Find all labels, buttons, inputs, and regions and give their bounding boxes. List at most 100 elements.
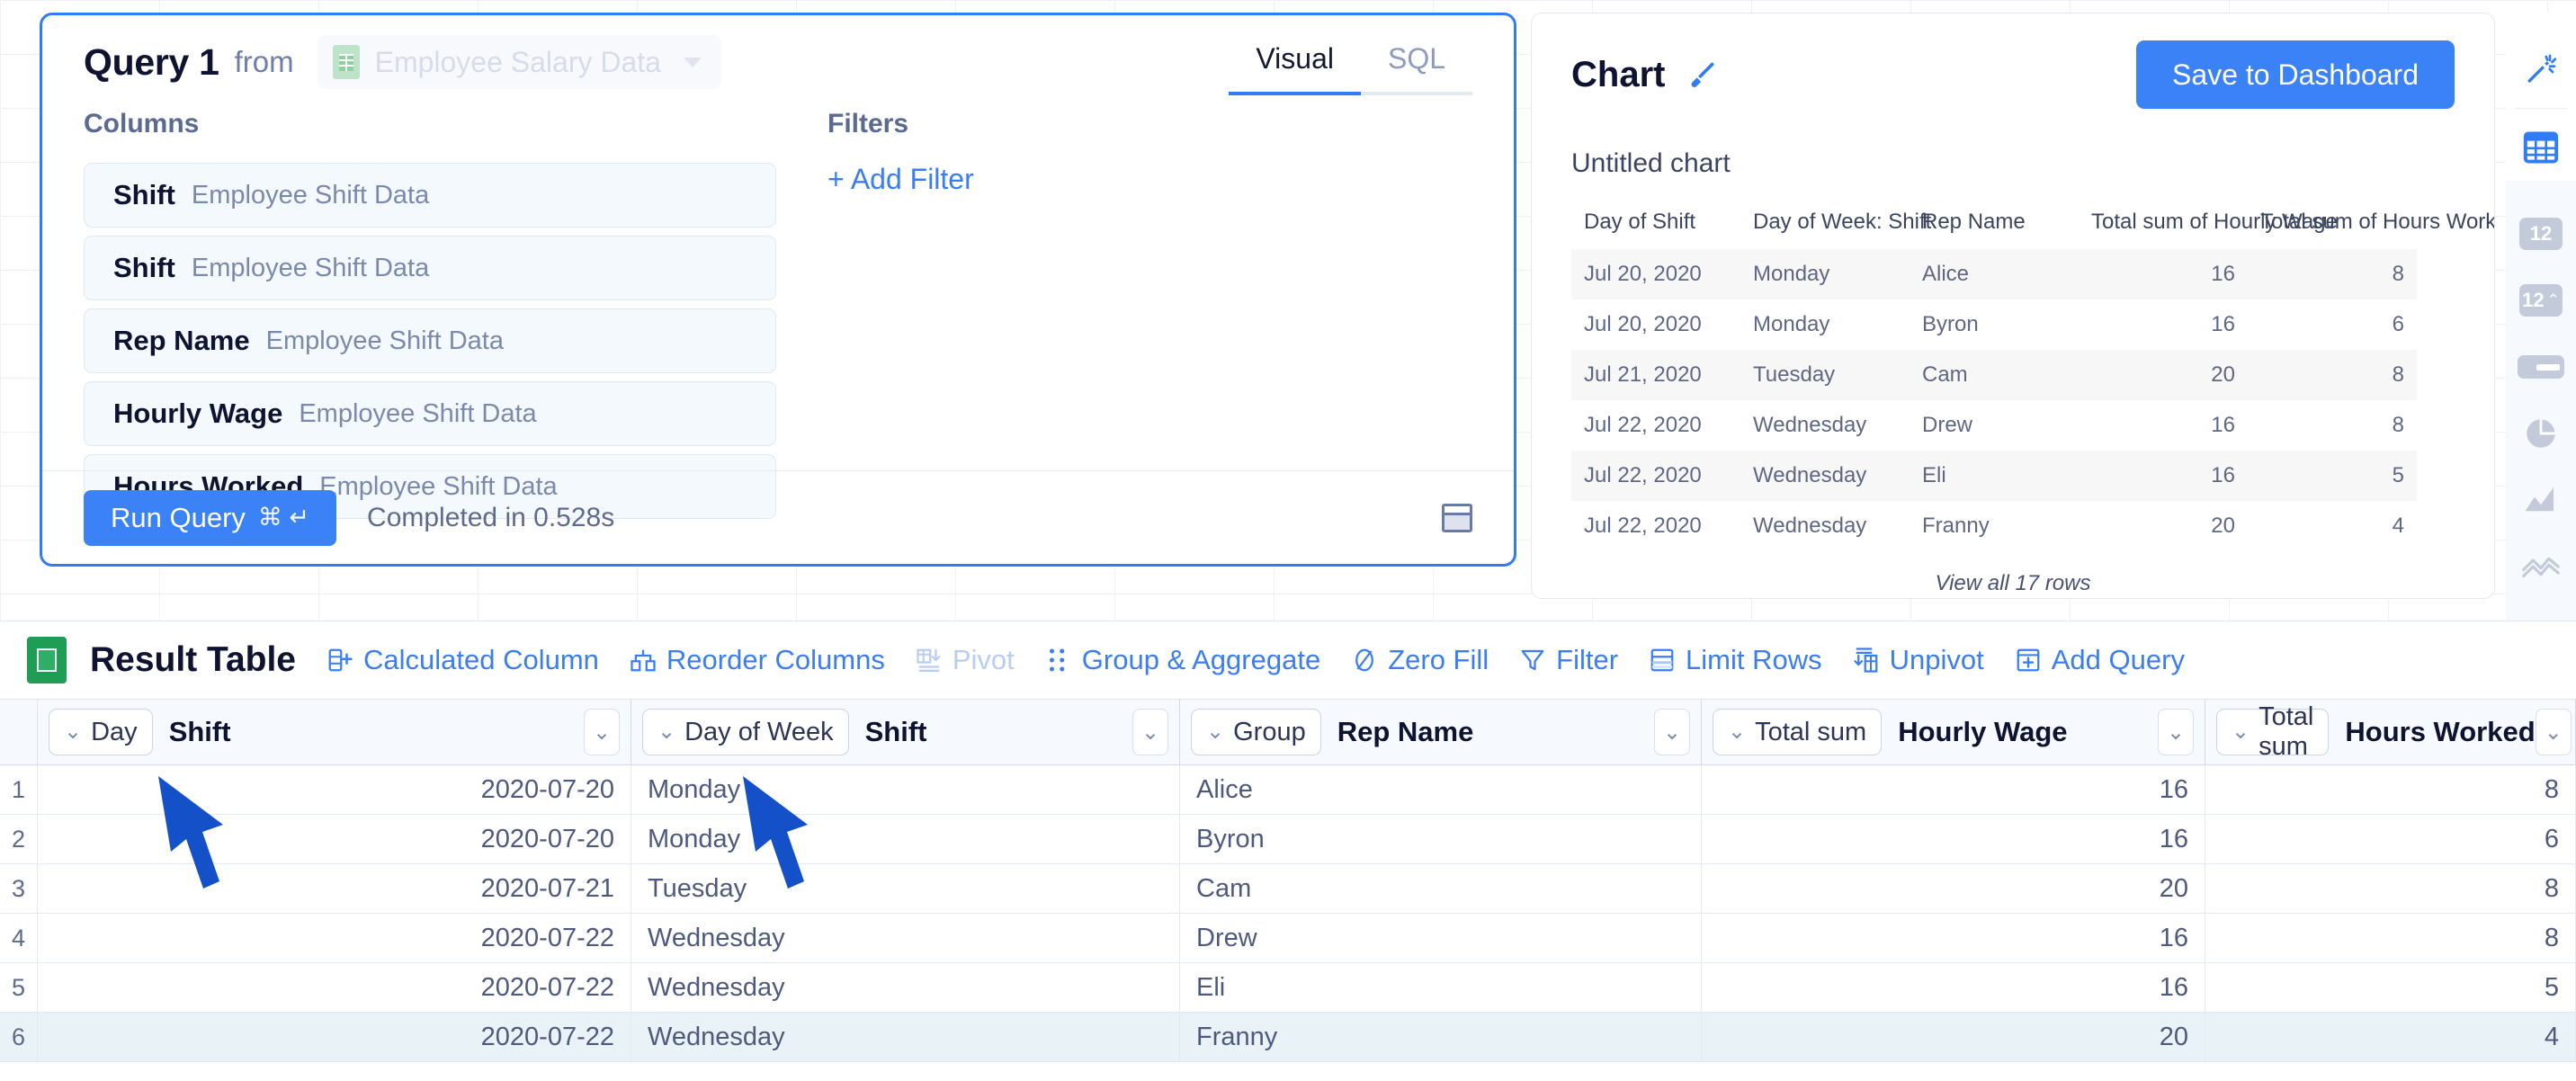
table-row[interactable]: 5 2020-07-22 Wednesday Eli 16 5 <box>0 963 2576 1013</box>
column-item[interactable]: Hourly Wage Employee Shift Data <box>84 381 776 446</box>
pivot-button[interactable]: Pivot <box>916 644 1015 676</box>
column-source: Employee Shift Data <box>265 326 504 355</box>
line-chart-icon[interactable] <box>2506 533 2576 600</box>
chart-name: Untitled chart <box>1571 148 1731 178</box>
filter-icon <box>1521 649 1544 671</box>
preview-cell: Wednesday <box>1753 413 1867 437</box>
view-all-rows-link[interactable]: View all 17 rows <box>1532 571 2494 596</box>
table-row[interactable]: 1 2020-07-20 Monday Alice 16 8 <box>0 765 2576 815</box>
filters-label: Filters <box>827 109 909 138</box>
pie-chart-icon[interactable] <box>2506 400 2576 467</box>
column-item[interactable]: Rep Name Employee Shift Data <box>84 308 776 373</box>
table-cell: Franny <box>1180 1013 1702 1061</box>
column-item[interactable]: Shift Employee Shift Data <box>84 236 776 300</box>
run-query-button[interactable]: Run Query ⌘ ↵ <box>84 489 337 546</box>
number-12-trend-icon[interactable]: 12 ⌃ <box>2506 267 2576 334</box>
unpivot-button[interactable]: Unpivot <box>1853 644 1984 676</box>
table-cell: 6 <box>2205 815 2576 863</box>
aggregation-chip[interactable]: ⌄ Day of Week <box>642 709 849 755</box>
add-filter-button[interactable]: + Add Filter <box>827 163 974 196</box>
run-query-shortcut: ⌘ ↵ <box>257 504 310 531</box>
toolbar-label: Zero Fill <box>1388 644 1489 675</box>
paintbrush-icon[interactable] <box>1685 58 1719 92</box>
table-icon[interactable] <box>2506 114 2576 181</box>
aggregation-chip[interactable]: ⌄ Group <box>1191 709 1321 755</box>
preview-row: Jul 22, 2020 Wednesday Franny 20 4 <box>1571 501 2417 551</box>
row-number: 4 <box>0 914 38 962</box>
aggregation-chip[interactable]: ⌄ Day <box>49 709 153 755</box>
column-menu-button[interactable]: ⌄ <box>584 709 620 755</box>
aggregation-chip[interactable]: ⌄ Total sum <box>2216 702 2330 761</box>
grid-column-header-rep-name: ⌄ Group Rep Name ⌄ <box>1180 700 1702 764</box>
column-header-name: Hours Worked <box>2345 716 2536 747</box>
preview-cell: Wednesday <box>1753 514 1867 538</box>
column-menu-button[interactable]: ⌄ <box>1132 709 1168 755</box>
row-number: 6 <box>0 1013 38 1061</box>
column-item[interactable]: Shift Employee Shift Data <box>84 163 776 228</box>
grid-gutter-header <box>0 700 38 764</box>
zero-fill-button[interactable]: Zero Fill <box>1351 644 1489 676</box>
data-source-name: Employee Salary Data <box>374 45 661 78</box>
table-cell: Monday <box>631 815 1180 863</box>
progress-bar-icon[interactable] <box>2506 334 2576 400</box>
save-to-dashboard-button[interactable]: Save to Dashboard <box>2136 40 2455 109</box>
preview-cell: 16 <box>2211 413 2235 437</box>
preview-cell: Eli <box>1922 463 1946 487</box>
table-cell: 16 <box>1702 914 2205 962</box>
table-cell: 2020-07-20 <box>38 765 631 814</box>
preview-row: Jul 20, 2020 Monday Alice 16 8 <box>1571 249 2417 299</box>
preview-cell: Monday <box>1753 262 1830 286</box>
group-aggregate-button[interactable]: Group & Aggregate <box>1045 644 1320 676</box>
aggregation-chip[interactable]: ⌄ Total sum <box>1713 709 1883 755</box>
column-menu-button[interactable]: ⌄ <box>2158 709 2194 755</box>
table-cell: Drew <box>1180 914 1702 962</box>
column-name: Rep Name <box>113 325 250 356</box>
calculated-column-button[interactable]: Calculated Column <box>326 644 599 676</box>
result-table-title: Result Table <box>90 640 296 679</box>
query-footer: Run Query ⌘ ↵ Completed in 0.528s <box>42 470 1514 564</box>
preview-cell: 8 <box>2392 262 2404 286</box>
preview-cell: Alice <box>1922 262 1970 286</box>
chart-panel-title: Chart <box>1571 54 1666 94</box>
table-row[interactable]: 2 2020-07-20 Monday Byron 16 6 <box>0 815 2576 864</box>
preview-cell: Jul 22, 2020 <box>1584 463 1702 487</box>
limit-rows-button[interactable]: Limit Rows <box>1649 644 1822 676</box>
google-sheets-icon <box>27 637 67 683</box>
panel-toggle-icon[interactable] <box>1442 503 1472 532</box>
column-source: Employee Shift Data <box>299 398 537 428</box>
table-cell: Alice <box>1180 765 1702 814</box>
tab-visual[interactable]: Visual <box>1229 37 1361 95</box>
column-menu-button[interactable]: ⌄ <box>1654 709 1690 755</box>
table-cell: 16 <box>1702 765 2205 814</box>
filter-button[interactable]: Filter <box>1519 644 1618 676</box>
column-menu-button[interactable]: ⌄ <box>2535 709 2572 755</box>
preview-header-cell: Day of Shift <box>1584 210 1696 234</box>
preview-cell: 5 <box>2392 463 2404 487</box>
table-row[interactable]: 3 2020-07-21 Tuesday Cam 20 8 <box>0 864 2576 914</box>
reorder-columns-button[interactable]: Reorder Columns <box>630 644 885 676</box>
run-query-label: Run Query <box>111 501 246 533</box>
magic-wand-icon[interactable] <box>2506 36 2576 103</box>
preview-header-cell: Rep Name <box>1922 210 2026 234</box>
limit-rows-icon <box>1650 648 1674 672</box>
tab-sql[interactable]: SQL <box>1360 37 1472 95</box>
preview-cell: Wednesday <box>1753 463 1867 487</box>
area-chart-icon[interactable] <box>2506 467 2576 533</box>
add-query-button[interactable]: Add Query <box>2015 644 2185 676</box>
reorder-columns-icon <box>631 649 656 672</box>
table-row[interactable]: 4 2020-07-22 Wednesday Drew 16 8 <box>0 914 2576 963</box>
query-header: Query 1 from Employee Salary Data Visual… <box>42 15 1514 109</box>
preview-header-cell: Total sum of Hours Worked <box>2260 210 2495 234</box>
table-cell: Wednesday <box>631 914 1180 962</box>
preview-cell: Jul 22, 2020 <box>1584 514 1702 538</box>
chart-panel: Chart Save to Dashboard Untitled chart D… <box>1531 13 2495 599</box>
table-cell: Monday <box>631 765 1180 814</box>
data-source-selector[interactable]: Employee Salary Data <box>317 35 721 89</box>
toolbar-label: Group & Aggregate <box>1081 644 1321 675</box>
table-row[interactable]: 6 2020-07-22 Wednesday Franny 20 4 <box>0 1013 2576 1062</box>
table-cell: 20 <box>1702 1013 2205 1061</box>
chevron-down-icon <box>683 57 702 67</box>
number-12-icon[interactable]: 12 <box>2506 201 2576 267</box>
preview-cell: 16 <box>2211 463 2235 487</box>
result-table-section: Result Table Calculated Column Reorder C… <box>0 621 2576 1081</box>
